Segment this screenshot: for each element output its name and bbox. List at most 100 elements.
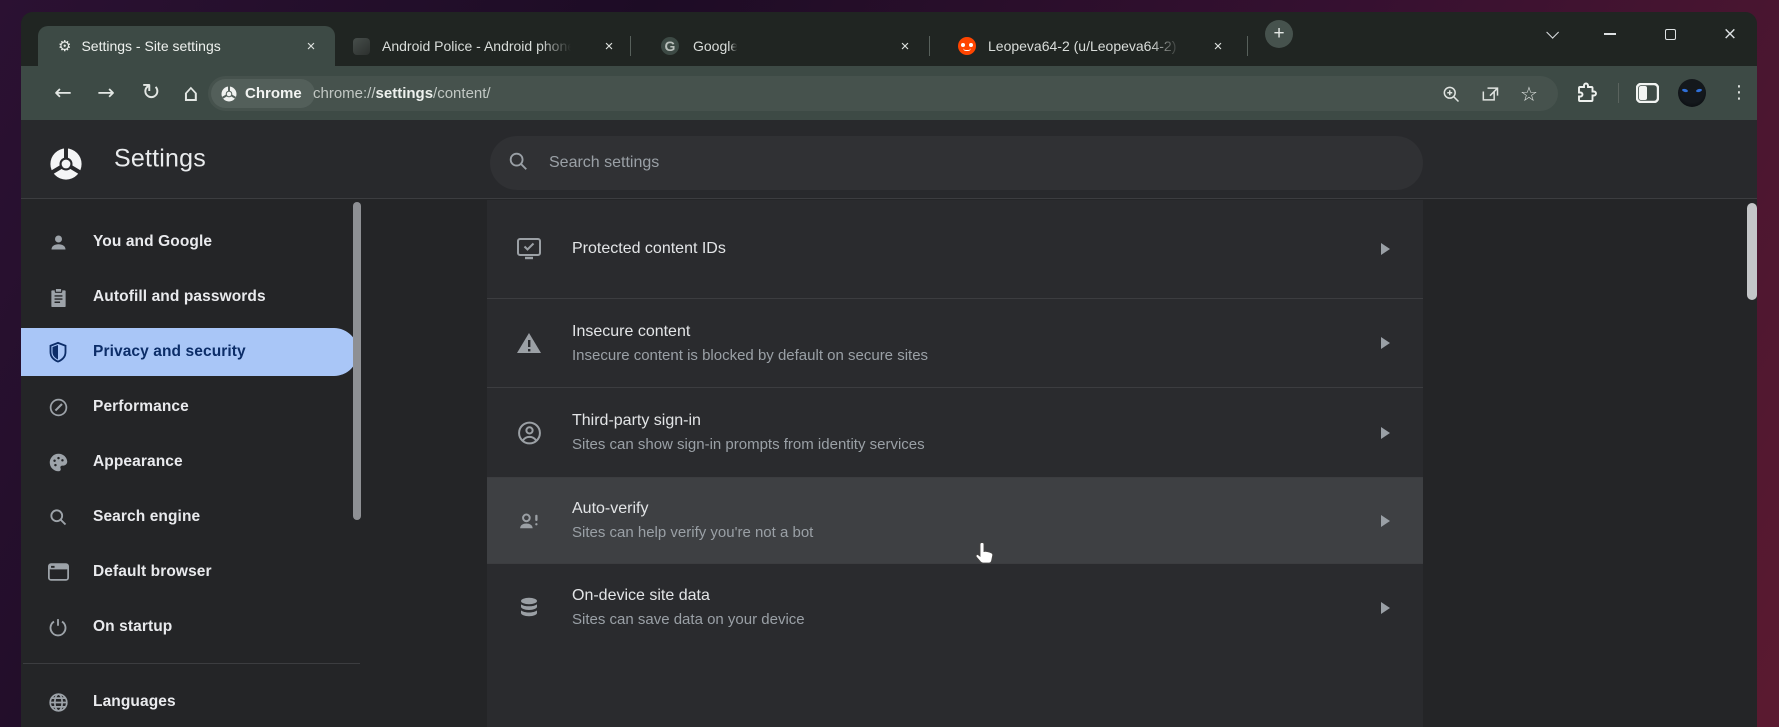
close-tab-icon[interactable]: × [895, 36, 915, 56]
close-tab-icon[interactable]: × [301, 36, 321, 56]
page-title: Settings [114, 145, 206, 174]
sidebar-item-performance[interactable]: Performance [21, 383, 358, 431]
sidebar-item-label: Default browser [93, 563, 212, 581]
row-title: Protected content IDs [572, 240, 1423, 258]
tab-google[interactable]: G Google × [643, 26, 943, 66]
screen-check-icon [513, 237, 545, 261]
row-subtitle: Insecure content is blocked by default o… [572, 347, 1423, 364]
sidebar-item-label: Languages [93, 693, 176, 711]
home-icon[interactable]: ⌂ [183, 81, 198, 105]
window-controls: × [1537, 20, 1743, 48]
person-icon [45, 232, 71, 253]
sidebar-item-label: Search engine [93, 508, 200, 526]
chrome-settings-logo-icon [49, 147, 83, 186]
tab-reddit[interactable]: Leopeva64-2 (u/Leopeva64-2) - × [941, 26, 1236, 66]
row-auto-verify[interactable]: Auto-verify Sites can help verify you're… [487, 477, 1423, 563]
tab-title: Leopeva64-2 (u/Leopeva64-2) - [988, 38, 1185, 54]
new-tab-button[interactable]: + [1265, 20, 1293, 48]
sidebar-scrollbar[interactable] [353, 202, 361, 520]
sidebar-item-label: Appearance [93, 453, 183, 471]
tab-separator [929, 36, 930, 56]
row-subtitle: Sites can save data on your device [572, 611, 1423, 628]
tab-title: Android Police - Android phone [382, 38, 575, 54]
row-title: Third-party sign-in [572, 412, 1423, 430]
settings-content: You and Google Autofill and passwords Pr… [21, 199, 1757, 727]
close-window-icon[interactable]: × [1717, 21, 1743, 47]
toolbar-separator [1618, 83, 1619, 103]
row-subtitle: Sites can help verify you're not a bot [572, 524, 1423, 541]
sidebar-item-privacy-security[interactable]: Privacy and security [21, 328, 358, 376]
site-settings-list: Protected content IDs Insecure content I… [487, 200, 1423, 727]
browser-window: ⚙ Settings - Site settings × Android Pol… [21, 12, 1757, 727]
chrome-logo-icon [220, 85, 238, 103]
gear-icon: ⚙ [58, 37, 71, 55]
extensions-icon[interactable] [1574, 81, 1598, 110]
row-protected-content-ids[interactable]: Protected content IDs [487, 200, 1423, 298]
palette-icon [45, 452, 71, 473]
row-title: Auto-verify [572, 500, 1423, 518]
tab-separator [1247, 36, 1248, 56]
reddit-icon [958, 37, 976, 55]
menu-icon[interactable]: ⋮ [1730, 82, 1748, 103]
reload-icon[interactable]: ↻ [141, 82, 160, 105]
sidebar-item-languages[interactable]: Languages [21, 678, 358, 726]
database-icon [513, 596, 545, 620]
chevron-right-icon [1381, 602, 1390, 614]
settings-sidebar: You and Google Autofill and passwords Pr… [21, 199, 366, 727]
sidebar-item-default-browser[interactable]: Default browser [21, 548, 358, 596]
tab-android-police[interactable]: Android Police - Android phone × [343, 26, 643, 66]
search-placeholder: Search settings [549, 154, 659, 172]
sidebar-item-appearance[interactable]: Appearance [21, 438, 358, 486]
sidebar-item-on-startup[interactable]: On startup [21, 603, 358, 651]
sidebar-item-label: Privacy and security [93, 343, 246, 361]
back-icon[interactable]: ← [54, 83, 72, 104]
chevron-right-icon [1381, 243, 1390, 255]
tab-settings[interactable]: ⚙ Settings - Site settings × [38, 26, 335, 66]
shield-icon [45, 341, 71, 363]
chip-label: Chrome [245, 85, 302, 102]
globe-icon [45, 692, 71, 713]
chevron-right-icon [1381, 337, 1390, 349]
magnifier-icon [45, 507, 71, 527]
row-on-device-site-data[interactable]: On-device site data Sites can save data … [487, 563, 1423, 651]
tab-strip: ⚙ Settings - Site settings × Android Pol… [21, 12, 1757, 66]
warning-icon [513, 331, 545, 355]
row-title: Insecure content [572, 323, 1423, 341]
zoom-icon[interactable] [1440, 83, 1462, 105]
share-icon[interactable] [1479, 83, 1501, 105]
power-icon [45, 617, 71, 637]
avatar[interactable] [1678, 79, 1706, 107]
clipboard-icon [45, 287, 71, 308]
row-subtitle: Sites can show sign-in prompts from iden… [572, 436, 1423, 453]
row-insecure-content[interactable]: Insecure content Insecure content is blo… [487, 298, 1423, 387]
tab-title: Settings - Site settings [81, 38, 220, 54]
bookmark-star-icon[interactable]: ☆ [1518, 83, 1540, 105]
close-tab-icon[interactable]: × [599, 36, 619, 56]
sidebar-divider [23, 663, 360, 664]
sidebar-item-you-and-google[interactable]: You and Google [21, 218, 358, 266]
address-bar[interactable]: Chrome chrome://settings/content/ ☆ [208, 76, 1558, 111]
speedometer-icon [45, 397, 71, 418]
maximize-icon[interactable] [1657, 21, 1683, 47]
row-third-party-sign-in[interactable]: Third-party sign-in Sites can show sign-… [487, 387, 1423, 477]
tab-search-icon[interactable] [1537, 21, 1563, 47]
search-settings-input[interactable]: Search settings [490, 136, 1423, 190]
side-panel-icon[interactable] [1636, 83, 1659, 108]
close-tab-icon[interactable]: × [1208, 36, 1228, 56]
browser-icon [45, 563, 71, 581]
android-police-icon [353, 38, 370, 55]
minimize-icon[interactable] [1597, 21, 1623, 47]
sidebar-item-autofill[interactable]: Autofill and passwords [21, 273, 358, 321]
forward-icon[interactable]: → [97, 83, 115, 104]
page-scrollbar[interactable] [1747, 203, 1757, 300]
google-icon: G [661, 37, 679, 55]
mouse-cursor [973, 541, 997, 572]
tab-separator [630, 36, 631, 56]
chrome-url-chip[interactable]: Chrome [211, 79, 315, 108]
person-alert-icon [513, 508, 545, 533]
sidebar-item-label: You and Google [93, 233, 212, 251]
sidebar-item-search-engine[interactable]: Search engine [21, 493, 358, 541]
url-text[interactable]: chrome://settings/content/ [313, 85, 491, 102]
chevron-right-icon [1381, 427, 1390, 439]
sidebar-item-label: On startup [93, 618, 172, 636]
